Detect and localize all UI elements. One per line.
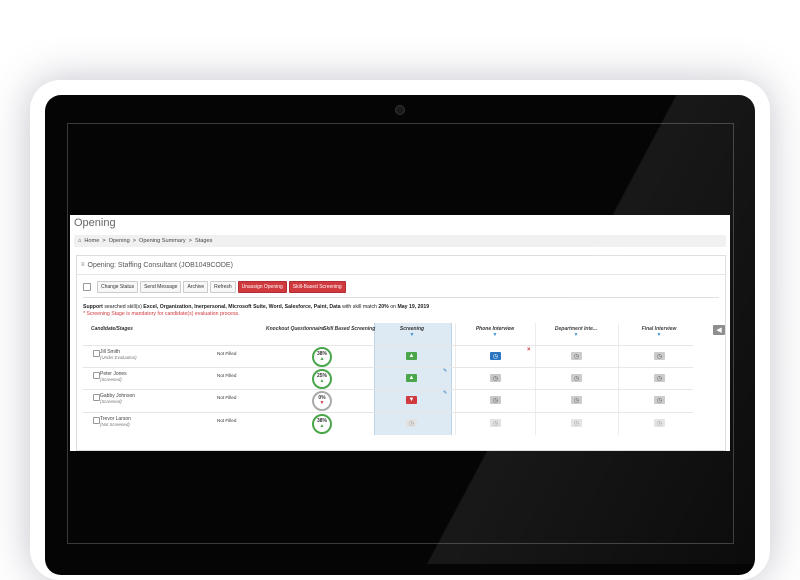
pencil-icon[interactable]: ✎ [443, 390, 447, 396]
skill-score-ring[interactable]: 0% ▼ [312, 391, 332, 411]
close-icon[interactable]: × [527, 347, 531, 353]
clock-icon[interactable]: ◷ [654, 374, 665, 382]
clock-icon[interactable]: ◷ [654, 396, 665, 404]
skill-screening-header: Skill Based Screening [323, 326, 376, 332]
clock-icon: ◷ [654, 419, 665, 427]
candidate-cell[interactable]: Peter Jones (Screened) [100, 371, 127, 383]
send-message-button[interactable]: Send Message [140, 281, 182, 293]
divider [83, 297, 719, 298]
breadcrumb-stages: Stages [194, 238, 213, 244]
home-icon: ⌂ [78, 238, 82, 244]
breadcrumb-summary[interactable]: Opening Summary [139, 238, 186, 244]
action-toolbar: Change Status Send Message Archive Refre… [83, 281, 346, 293]
skill-score-ring[interactable]: 38% ▲ [312, 347, 332, 367]
filter-icon[interactable]: ▼ [621, 332, 697, 338]
support-skills: Excel, Organization, Inerpersonal, Micro… [143, 304, 341, 310]
support-percent: 20% [378, 304, 389, 310]
support-date: May 19, 2019 [397, 304, 430, 310]
support-prefix: Support [83, 304, 103, 310]
column-divider [535, 323, 536, 435]
clock-icon[interactable]: ◷ [571, 374, 582, 382]
clock-icon[interactable]: ◷ [571, 352, 582, 360]
clock-icon[interactable]: ◷ [654, 352, 665, 360]
row-checkbox[interactable] [93, 394, 100, 401]
unassign-opening-button[interactable]: Unassign Opening [237, 281, 287, 293]
candidate-status: (Screened) [100, 399, 122, 404]
clock-icon[interactable]: ◷ [490, 374, 501, 382]
support-summary: Support searched skill(s) Excel, Organiz… [83, 304, 429, 310]
app-screen: Opening ⌂ Home > Opening > Opening Summa… [70, 215, 730, 451]
change-status-button[interactable]: Change Status [97, 281, 139, 293]
stages-grid: Candidate/Stages Knockout Questionnaire … [83, 323, 693, 435]
clock-icon: ◷ [571, 419, 582, 427]
refresh-button[interactable]: Refresh [210, 281, 236, 293]
page-title: Opening [74, 217, 116, 229]
candidate-cell[interactable]: Jill Smith (Under Evaluation) [100, 349, 137, 361]
candidate-status: (Under Evaluation) [100, 355, 137, 360]
candidate-status: (Screened) [100, 377, 122, 382]
row-checkbox[interactable] [93, 372, 100, 379]
mandatory-note: * Screening Stage is mandatory for candi… [83, 311, 240, 317]
knockout-header: Knockout Questionnaire [266, 326, 325, 332]
screening-header[interactable]: Screening ▼ [374, 326, 450, 338]
clock-icon[interactable]: ◷ [571, 396, 582, 404]
column-divider [455, 323, 456, 435]
opening-panel: ≡ Opening: Staffing Consultant (JOB1049C… [76, 255, 726, 451]
support-match-text: with skill match [340, 304, 379, 310]
row-divider [83, 389, 693, 390]
panel-title: Opening: Staffing Consultant (JOB1049COD… [87, 261, 233, 269]
breadcrumb: ⌂ Home > Opening > Opening Summary > Sta… [74, 235, 726, 247]
clock-icon: ◷ [490, 419, 501, 427]
panel-header: ≡ Opening: Staffing Consultant (JOB1049C… [77, 256, 725, 275]
webcam [395, 105, 405, 115]
clock-icon: ◷ [406, 419, 417, 427]
candidate-cell[interactable]: Gabby Johnson (Screened) [100, 393, 135, 405]
breadcrumb-separator: > [102, 238, 106, 244]
select-all-checkbox[interactable] [83, 283, 91, 291]
thumbs-down-icon: ▼ [319, 400, 325, 406]
support-middle: searched skill(s) [102, 304, 144, 310]
candidate-cell[interactable]: Trevor Larson (Not Screened) [100, 416, 131, 428]
row-checkbox[interactable] [93, 417, 100, 424]
phone-interview-header[interactable]: Phone Interview ▼ [457, 326, 533, 338]
final-interview-header[interactable]: Final Interview ▼ [621, 326, 697, 338]
knockout-value: Not Filled [217, 395, 237, 400]
thumbs-up-icon[interactable]: ▲ [406, 374, 417, 382]
filter-icon[interactable]: ▼ [374, 332, 450, 338]
list-icon: ≡ [81, 262, 85, 268]
breadcrumb-home[interactable]: Home [84, 238, 99, 244]
skill-screening-button[interactable]: Skill-Based Screening [288, 281, 346, 293]
breadcrumb-opening[interactable]: Opening [109, 238, 130, 244]
arrow-left-icon[interactable]: ◀ [713, 325, 725, 335]
breadcrumb-separator: > [188, 238, 192, 244]
thumbs-up-icon: ▲ [319, 423, 325, 429]
row-divider [83, 367, 693, 368]
filter-icon[interactable]: ▼ [538, 332, 614, 338]
candidate-stages-header: Candidate/Stages [91, 326, 133, 332]
archive-button[interactable]: Archive [183, 281, 209, 293]
filter-icon[interactable]: ▼ [457, 332, 533, 338]
candidate-status: (Not Screened) [100, 422, 130, 427]
column-divider [618, 323, 619, 435]
thumbs-up-icon: ▲ [319, 356, 325, 362]
row-divider [83, 412, 693, 413]
row-checkbox[interactable] [93, 350, 100, 357]
clock-icon[interactable]: ◷ [490, 396, 501, 404]
thumbs-down-icon[interactable]: ▼ [406, 396, 417, 404]
skill-score-ring[interactable]: 25% ▲ [312, 369, 332, 389]
knockout-value: Not Filled [217, 351, 237, 356]
skill-score-ring[interactable]: 38% ▲ [312, 414, 332, 434]
thumbs-up-icon[interactable]: ▲ [406, 352, 417, 360]
pencil-icon[interactable]: ✎ [443, 368, 447, 374]
clock-icon[interactable]: ◷ [490, 352, 501, 360]
department-interview-header[interactable]: Department Inte... ▼ [538, 326, 614, 338]
knockout-value: Not Filled [217, 418, 237, 423]
row-divider [83, 345, 693, 346]
knockout-value: Not Filled [217, 373, 237, 378]
thumbs-up-icon: ▲ [319, 378, 325, 384]
breadcrumb-separator: > [132, 238, 137, 244]
